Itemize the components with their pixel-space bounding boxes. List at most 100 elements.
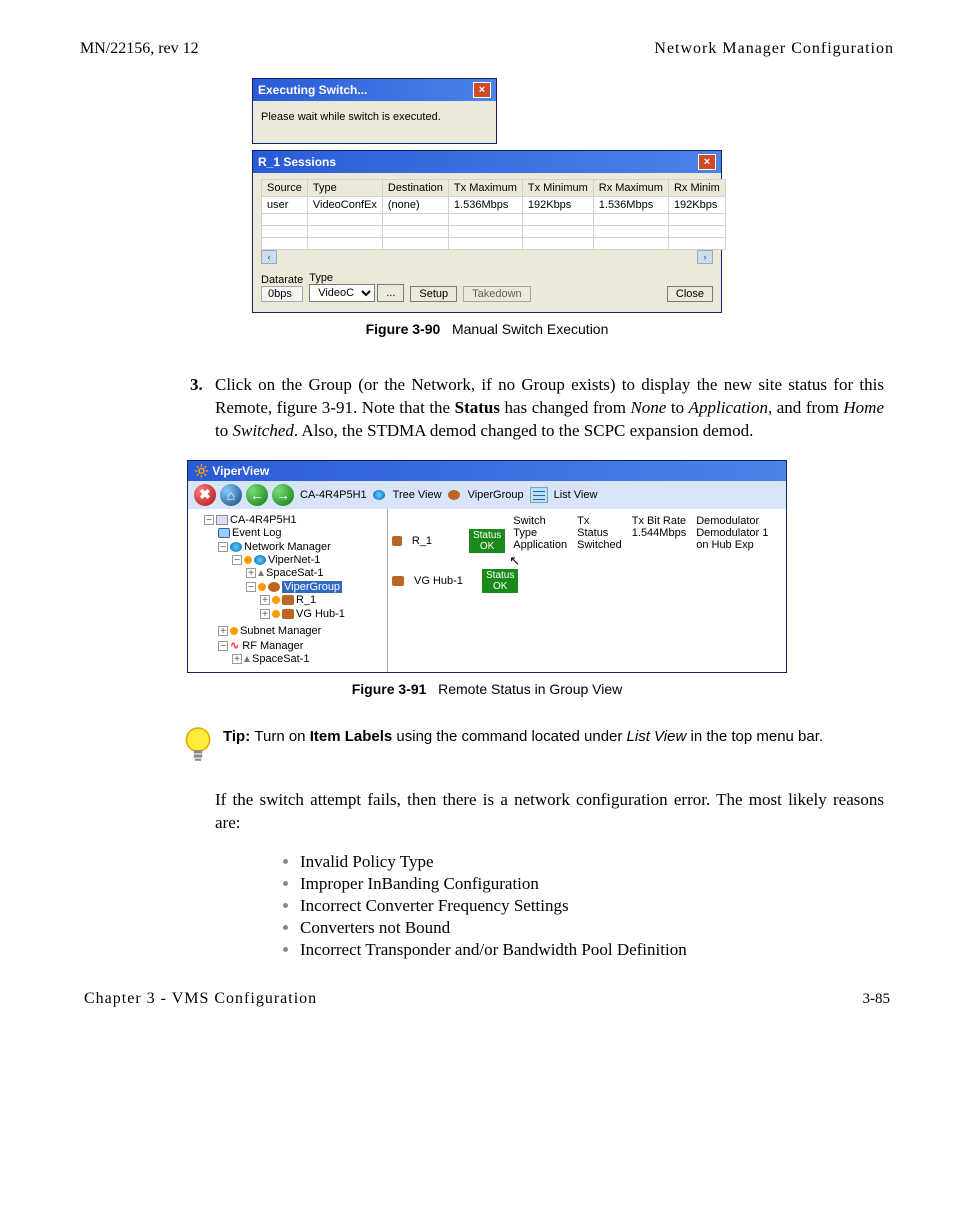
tip-block: Tip: Turn on Item Labels using the comma…	[185, 727, 894, 765]
col-tx-max[interactable]: Tx Maximum	[448, 180, 522, 197]
list-item: Improper InBanding Configuration	[300, 874, 894, 894]
cell: 1.536Mbps	[448, 197, 522, 214]
cell: 192Kbps	[522, 197, 593, 214]
col-tx-bitrate: Tx Bit Rate	[632, 515, 686, 527]
back-icon[interactable]: ←	[246, 484, 268, 506]
node-icon	[392, 536, 402, 546]
rf-icon: ∿	[230, 640, 239, 652]
cell: user	[262, 197, 308, 214]
step-3-text: 3. Click on the Group (or the Network, i…	[215, 374, 884, 443]
table-row[interactable]: user VideoConfEx (none) 1.536Mbps 192Kbp…	[262, 197, 726, 214]
executing-switch-message: Please wait while switch is executed.	[261, 111, 488, 123]
viperview-window: 🔆 ViperView ✖ ⌂ ← → CA-4R4P5H1 Tree View…	[187, 460, 787, 673]
val-tx-bitrate: 1.544Mbps	[632, 527, 686, 539]
cell: 192Kbps	[668, 197, 725, 214]
stop-icon[interactable]: ✖	[194, 484, 216, 506]
list-name: VG Hub-1	[414, 575, 474, 587]
tree-vipernet[interactable]: ViperNet-1	[268, 554, 320, 566]
breadcrumb-group[interactable]: ViperGroup	[468, 489, 524, 501]
cell: 1.536Mbps	[593, 197, 668, 214]
tree-view-label[interactable]: Tree View	[393, 489, 442, 501]
status-dot-icon	[244, 556, 252, 564]
takedown-button[interactable]: Takedown	[463, 286, 531, 302]
event-log-icon	[218, 528, 230, 538]
close-icon[interactable]: ×	[698, 154, 716, 170]
close-icon[interactable]: ×	[473, 82, 491, 98]
tree-root[interactable]: CA-4R4P5H1	[230, 514, 297, 526]
doc-section-title: Network Manager Configuration	[654, 40, 894, 58]
status-badge: StatusOK	[482, 569, 518, 593]
list-item: Incorrect Converter Frequency Settings	[300, 896, 894, 916]
failure-intro: If the switch attempt fails, then there …	[215, 789, 884, 835]
list-panel: R_1 StatusOK Switch TypeApplication↖ Tx …	[388, 509, 786, 672]
group-icon	[448, 490, 460, 500]
figure-caption: Figure 3-91 Remote Status in Group View	[352, 681, 623, 697]
tree-event-log[interactable]: Event Log	[232, 527, 282, 539]
type-label: Type	[309, 272, 404, 284]
col-rx-min[interactable]: Rx Minim	[668, 180, 725, 197]
list-item[interactable]: R_1 StatusOK Switch TypeApplication↖ Tx …	[392, 515, 782, 567]
list-view-label[interactable]: List View	[554, 489, 598, 501]
datarate-value: 0bps	[261, 286, 303, 302]
tree-vghub[interactable]: VG Hub-1	[296, 608, 345, 620]
close-button[interactable]: Close	[667, 286, 713, 302]
col-type[interactable]: Type	[307, 180, 382, 197]
tree-spacesat[interactable]: SpaceSat-1	[266, 567, 323, 579]
doc-id: MN/22156, rev 12	[80, 40, 199, 58]
type-browse-button[interactable]: ...	[377, 284, 404, 302]
list-item: Invalid Policy Type	[300, 852, 894, 872]
node-icon	[282, 595, 294, 605]
sessions-title: R_1 Sessions	[258, 155, 336, 169]
status-badge: StatusOK	[469, 529, 505, 553]
col-source[interactable]: Source	[262, 180, 308, 197]
col-rx-max[interactable]: Rx Maximum	[593, 180, 668, 197]
lightbulb-icon	[185, 727, 213, 765]
tree-spacesat-2[interactable]: SpaceSat-1	[252, 653, 309, 665]
table-row	[262, 214, 726, 226]
globe-icon	[230, 542, 242, 552]
scroll-left-icon[interactable]: ‹	[261, 250, 277, 264]
viperview-toolbar: ✖ ⌂ ← → CA-4R4P5H1 Tree View ViperGroup …	[188, 481, 786, 509]
footer-page: 3-85	[863, 991, 891, 1008]
tree-panel[interactable]: −CA-4R4P5H1 Event Log −Network Manager −…	[188, 509, 388, 672]
sessions-table: Source Type Destination Tx Maximum Tx Mi…	[261, 179, 726, 250]
val-tx-status: Switched	[577, 539, 622, 551]
breadcrumb-root[interactable]: CA-4R4P5H1	[300, 489, 367, 501]
col-demodulator: Demodulator	[696, 515, 759, 527]
datarate-label: Datarate	[261, 274, 303, 286]
cell: VideoConfEx	[307, 197, 382, 214]
figure-caption: Figure 3-90 Manual Switch Execution	[366, 321, 609, 337]
list-item[interactable]: VG Hub-1 StatusOK	[392, 569, 782, 593]
type-select[interactable]: VideoC	[309, 284, 375, 302]
table-row	[262, 226, 726, 238]
list-icon[interactable]	[530, 487, 548, 503]
col-tx-status: Tx Status	[577, 515, 608, 539]
table-row	[262, 238, 726, 250]
forward-icon[interactable]: →	[272, 484, 294, 506]
satellite-icon	[258, 570, 264, 576]
footer-chapter: Chapter 3 - VMS Configuration	[84, 990, 317, 1008]
tree-vipergroup-selected[interactable]: ViperGroup	[282, 581, 342, 593]
executing-switch-dialog: Executing Switch... × Please wait while …	[252, 78, 497, 144]
col-destination[interactable]: Destination	[382, 180, 448, 197]
tree-subnet-manager[interactable]: Subnet Manager	[240, 625, 321, 637]
setup-button[interactable]: Setup	[410, 286, 457, 302]
col-tx-min[interactable]: Tx Minimum	[522, 180, 593, 197]
executing-switch-title: Executing Switch...	[258, 83, 367, 97]
failure-reasons-list: Invalid Policy Type Improper InBanding C…	[260, 852, 894, 960]
tree-network-manager[interactable]: Network Manager	[244, 541, 331, 553]
list-name: R_1	[412, 535, 461, 547]
scroll-right-icon[interactable]: ›	[697, 250, 713, 264]
val-switch-type: Application	[513, 539, 567, 551]
val-demodulator: Demodulator 1 on Hub Exp	[696, 527, 768, 551]
home-icon[interactable]: ⌂	[220, 484, 242, 506]
viperview-title: 🔆 ViperView	[194, 464, 269, 478]
list-item: Converters not Bound	[300, 918, 894, 938]
cursor-icon: ↖	[509, 553, 520, 569]
tree-r1[interactable]: R_1	[296, 594, 316, 606]
tree-rf-manager[interactable]: RF Manager	[242, 640, 303, 652]
globe-icon	[373, 490, 385, 500]
group-icon	[268, 582, 280, 592]
list-item: Incorrect Transponder and/or Bandwidth P…	[300, 940, 894, 960]
cell: (none)	[382, 197, 448, 214]
